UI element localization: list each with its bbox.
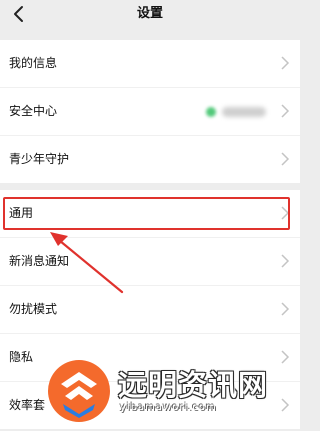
chevron-right-icon <box>281 398 290 412</box>
settings-item-my-info[interactable]: 我的信息 <box>0 40 300 88</box>
chevron-right-icon <box>281 104 290 118</box>
chevron-right-icon <box>281 350 290 364</box>
highlight-box <box>3 197 290 230</box>
watermark-text: 远明资讯网 <box>118 368 269 402</box>
watermark-logo-icon <box>48 360 110 422</box>
settings-item-label: 勿扰模式 <box>9 302 58 316</box>
settings-item-label: 效率套 <box>9 398 46 412</box>
chevron-right-icon <box>281 152 290 166</box>
watermark-subtext: yibamawori.com <box>120 402 217 413</box>
settings-item-do-not-disturb[interactable]: 勿扰模式 <box>0 286 300 334</box>
header: 设置 <box>0 0 300 30</box>
settings-group-account: 我的信息 安全中心 青少年守护 <box>0 40 300 183</box>
chevron-right-icon <box>281 302 290 316</box>
settings-item-label: 隐私 <box>9 350 34 364</box>
settings-item-youth-guard[interactable]: 青少年守护 <box>0 136 300 183</box>
status-indicator <box>206 107 216 117</box>
settings-item-new-message-notification[interactable]: 新消息通知 <box>0 238 300 286</box>
settings-item-label: 安全中心 <box>9 104 58 118</box>
status-text-blurred <box>222 107 266 117</box>
settings-item-label: 青少年守护 <box>9 152 70 166</box>
page-title: 设置 <box>136 6 163 21</box>
chevron-right-icon <box>281 254 290 268</box>
settings-item-label: 新消息通知 <box>9 254 70 268</box>
settings-item-security-center[interactable]: 安全中心 <box>0 88 300 136</box>
settings-item-label: 我的信息 <box>9 56 58 70</box>
chevron-right-icon <box>281 56 290 70</box>
